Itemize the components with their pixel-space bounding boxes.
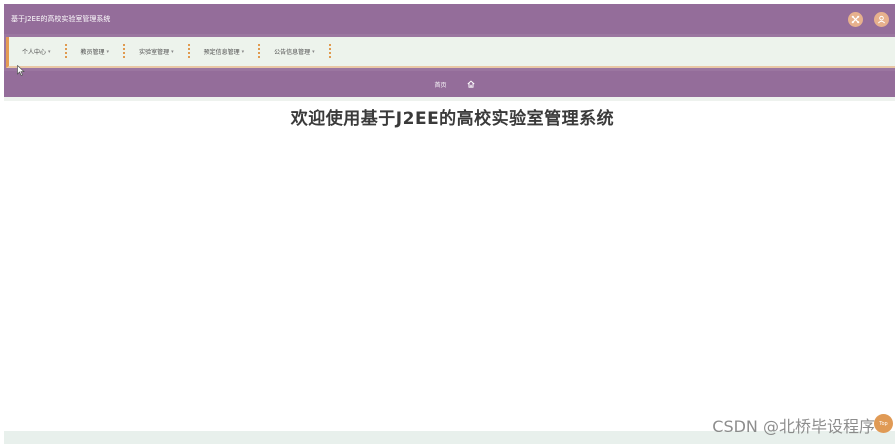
menu-label: 个人中心 [22,49,47,56]
menu-label: 公告信息管理 [274,49,311,56]
chevron-down-icon: ▾ [106,48,110,55]
network-icon[interactable] [848,11,863,27]
menu-label: 教员管理 [80,49,105,56]
breadcrumb: 首页 [4,71,895,97]
menu-lab-management[interactable]: 实验室管理 ▾ [139,47,174,57]
main-menu: 个人中心 ▾ 教员管理 ▾ 实验室管理 ▾ 预定信息管理 ▾ 公告信息管理 ▾ [6,37,895,68]
menu-label: 实验室管理 [139,49,170,56]
menu-divider [187,43,190,60]
mouse-cursor-icon [17,61,25,80]
back-to-top-button[interactable]: Top [874,414,893,433]
chevron-down-icon: ▾ [48,48,51,55]
menu-announcement-management[interactable]: 公告信息管理 ▾ [274,47,315,57]
chevron-down-icon: ▾ [241,48,245,55]
menu-divider [258,43,261,60]
menu-reservation-management[interactable]: 预定信息管理 ▾ [203,47,245,57]
user-icon[interactable] [874,11,889,27]
app-title: 基于J2EE的高校实验室管理系统 [11,15,111,23]
menu-divider [64,43,67,60]
chevron-down-icon: ▾ [171,48,174,55]
watermark-text: CSDN @北桥毕设程序 [712,417,875,436]
home-icon[interactable] [466,80,475,88]
menu-label: 预定信息管理 [203,49,240,56]
top-header-bar: 基于J2EE的高校实验室管理系统 [4,4,895,34]
breadcrumb-home-link[interactable]: 首页 [434,80,446,89]
content-top-divider [4,97,895,101]
menu-personal-center[interactable]: 个人中心 ▾ [22,47,51,57]
header-actions [848,11,889,27]
nav-container: 个人中心 ▾ 教员管理 ▾ 实验室管理 ▾ 预定信息管理 ▾ 公告信息管理 ▾ [4,34,895,71]
menu-divider [328,43,331,60]
menu-divider [123,43,126,60]
chevron-down-icon: ▾ [312,48,315,55]
menu-teacher-management[interactable]: 教员管理 ▾ [80,47,110,57]
welcome-heading: 欢迎使用基于J2EE的高校实验室管理系统 [290,109,615,129]
